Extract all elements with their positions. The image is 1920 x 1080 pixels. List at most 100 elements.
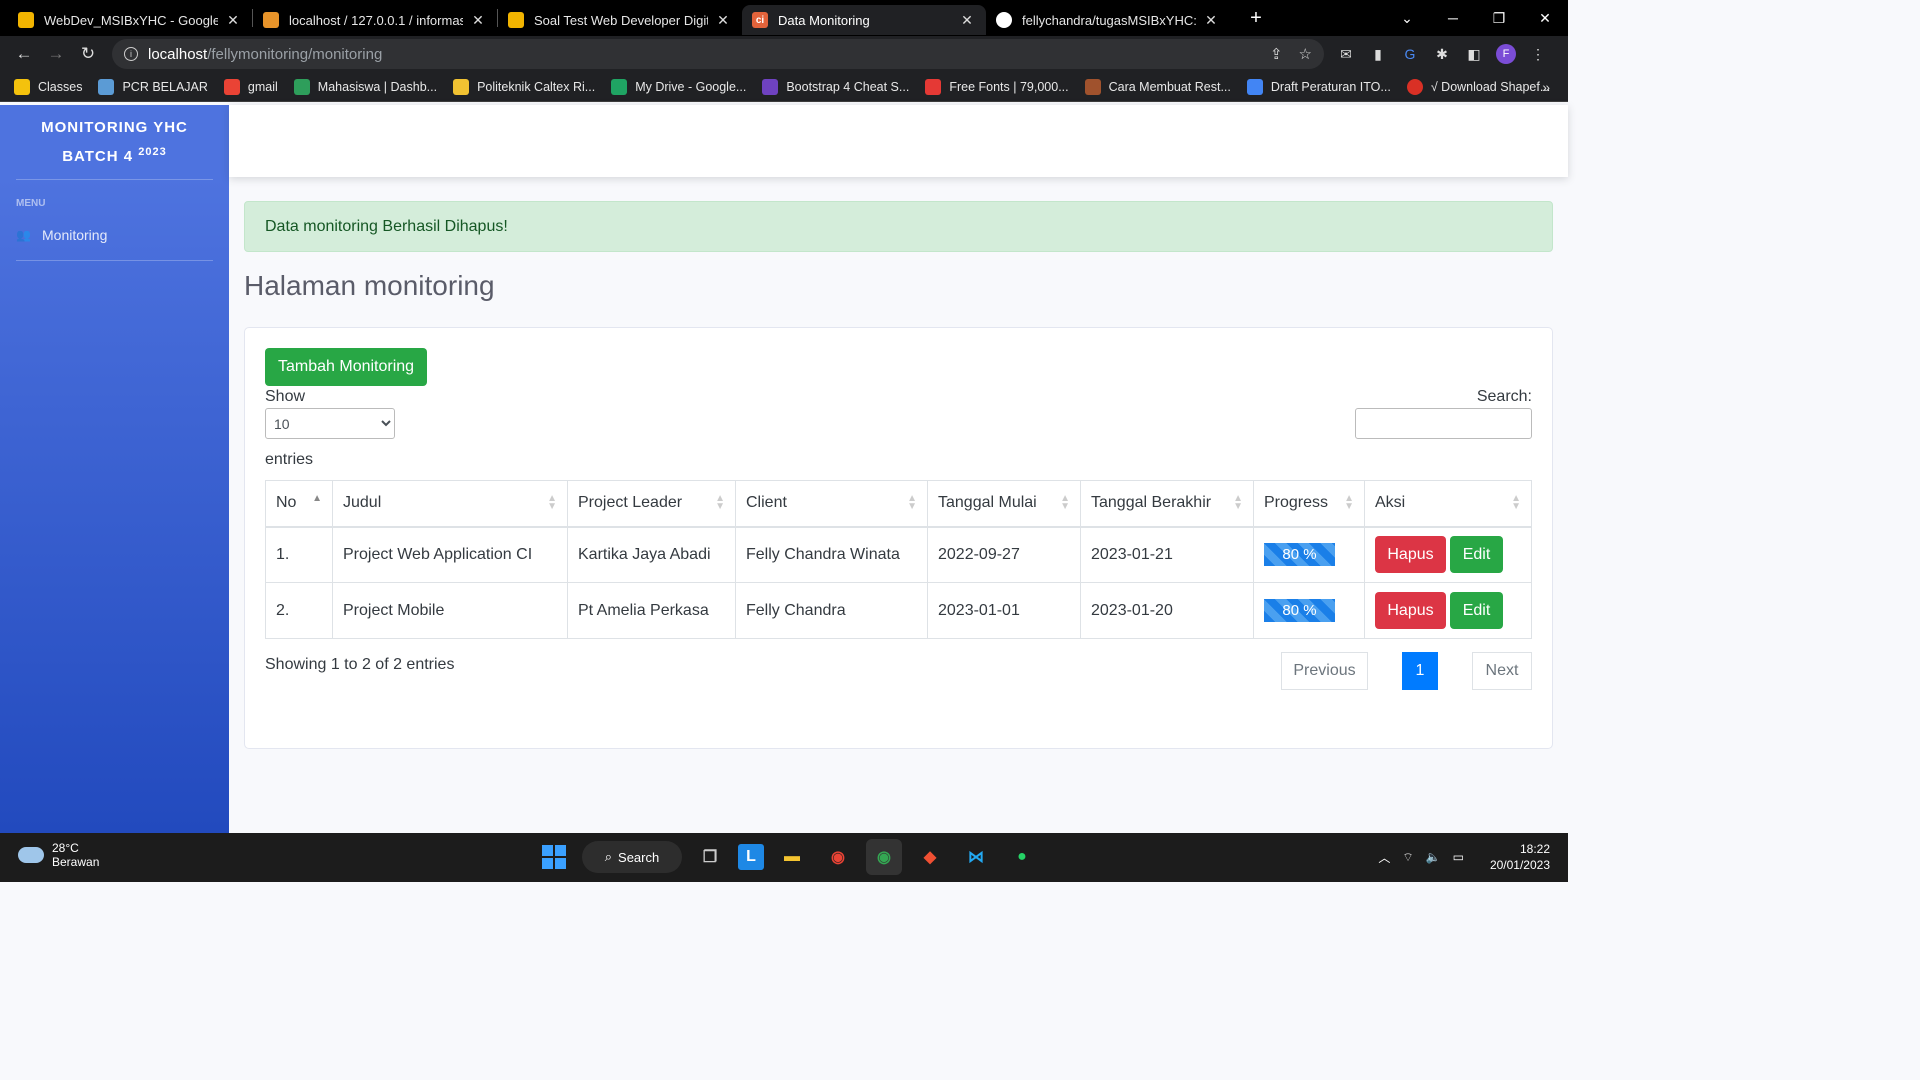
- col-header-judul[interactable]: Judul ▲ ▼: [332, 480, 568, 528]
- table-row: 2. Project Mobile Pt Amelia Perkasa Fell…: [265, 582, 1532, 639]
- cell-aksi: Hapus Edit: [1364, 582, 1532, 639]
- bookmark-item[interactable]: Politeknik Caltex Ri...: [453, 78, 595, 95]
- bookmark-star-icon[interactable]: ☆: [1299, 45, 1312, 63]
- minimize-icon[interactable]: ─: [1430, 10, 1476, 26]
- search-input[interactable]: [1355, 408, 1532, 439]
- whatsapp-icon[interactable]: ●: [1004, 839, 1040, 875]
- back-icon[interactable]: ←: [8, 38, 40, 70]
- edit-button[interactable]: Edit: [1450, 536, 1503, 574]
- close-tab-icon[interactable]: ✕: [958, 12, 976, 29]
- volume-icon[interactable]: 🔈: [1426, 850, 1441, 864]
- taskbar-search[interactable]: ⌕ Search: [582, 841, 682, 873]
- tab-search-icon[interactable]: ⌄: [1384, 10, 1430, 27]
- bookmark-item[interactable]: Mahasiswa | Dashb...: [293, 78, 437, 95]
- new-tab-button[interactable]: +: [1244, 7, 1268, 30]
- reader-extension-icon[interactable]: ▮: [1368, 46, 1388, 63]
- next-page-button[interactable]: Next: [1472, 652, 1532, 690]
- delete-button[interactable]: Hapus: [1375, 536, 1446, 574]
- sort-asc-icon: ▲: [312, 493, 322, 504]
- window-controls: ⌄ ─ ❐ ✕: [1384, 0, 1568, 36]
- bookmark-item[interactable]: √ Download Shapef...: [1406, 78, 1550, 95]
- site-info-icon[interactable]: i: [124, 47, 138, 61]
- col-label: Client: [746, 494, 787, 512]
- bookmark-item[interactable]: gmail: [223, 78, 278, 95]
- reload-icon[interactable]: ↻: [72, 38, 104, 70]
- entries-label: entries: [265, 451, 314, 468]
- page-1-button[interactable]: 1: [1402, 652, 1438, 690]
- progress-bar: 80 %: [1264, 599, 1335, 622]
- bookmark-item[interactable]: PCR BELAJAR: [98, 78, 208, 95]
- close-tab-icon[interactable]: ✕: [469, 12, 487, 29]
- menu-kebab-icon[interactable]: ⋮: [1528, 46, 1548, 63]
- git-icon[interactable]: ◆: [912, 839, 948, 875]
- bookmark-item[interactable]: Cara Membuat Rest...: [1084, 78, 1231, 95]
- close-tab-icon[interactable]: ✕: [224, 12, 242, 29]
- browser-tab-active[interactable]: ci Data Monitoring ✕: [742, 5, 986, 35]
- add-monitoring-button[interactable]: Tambah Monitoring: [265, 348, 428, 386]
- col-header-mulai[interactable]: Tanggal Mulai ▲ ▼: [927, 480, 1081, 528]
- clock-time: 18:22: [1519, 842, 1550, 856]
- search-control: Search:: [1355, 388, 1532, 469]
- bookmark-icon: [293, 78, 310, 95]
- success-alert: Data monitoring Berhasil Dihapus!: [244, 201, 1553, 252]
- col-header-no[interactable]: No ▲: [265, 480, 333, 528]
- chrome-icon[interactable]: ◉: [820, 839, 856, 875]
- profile-avatar[interactable]: F: [1496, 44, 1516, 64]
- mail-extension-icon[interactable]: ✉: [1336, 46, 1356, 63]
- file-explorer-icon[interactable]: ▬: [774, 839, 810, 875]
- translate-extension-icon[interactable]: G: [1400, 46, 1420, 62]
- bookmark-item[interactable]: Draft Peraturan ITO...: [1246, 78, 1391, 95]
- sidebar-item-monitoring[interactable]: 👥 Monitoring: [0, 217, 229, 260]
- col-header-client[interactable]: Client ▲ ▼: [735, 480, 928, 528]
- col-header-leader[interactable]: Project Leader ▲ ▼: [567, 480, 736, 528]
- more-bookmarks-icon[interactable]: »: [1542, 79, 1550, 95]
- puzzle-icon[interactable]: ✱: [1432, 46, 1452, 63]
- chevron-up-icon[interactable]: ︿: [1378, 849, 1390, 866]
- gmail-icon: [223, 78, 240, 95]
- app-l-icon[interactable]: L: [738, 844, 764, 870]
- sidebar-brand[interactable]: MONITORING YHC BATCH 4 2023: [0, 105, 229, 179]
- cell-mulai: 2022-09-27: [927, 526, 1081, 583]
- delete-button[interactable]: Hapus: [1375, 592, 1446, 629]
- close-window-icon[interactable]: ✕: [1522, 10, 1568, 27]
- side-panel-icon[interactable]: ◧: [1464, 46, 1484, 63]
- previous-page-button[interactable]: Previous: [1281, 652, 1368, 690]
- browser-tab[interactable]: WebDev_MSIBxYHC - Google Dri ✕: [8, 5, 252, 35]
- bookmark-item[interactable]: Classes: [14, 78, 82, 95]
- chrome-profile-icon[interactable]: ◉: [866, 839, 902, 875]
- edit-button[interactable]: Edit: [1450, 592, 1503, 629]
- forward-icon[interactable]: →: [40, 38, 72, 70]
- col-label: Tanggal Berakhir: [1091, 494, 1212, 512]
- task-view-icon[interactable]: ❐: [692, 839, 728, 875]
- col-label: Project Leader: [578, 494, 683, 512]
- col-header-berakhir[interactable]: Tanggal Berakhir ▲ ▼: [1080, 480, 1254, 528]
- bookmark-label: PCR BELAJAR: [122, 79, 208, 94]
- battery-icon[interactable]: ▭: [1453, 850, 1464, 864]
- weather-widget[interactable]: 28°C Berawan: [18, 841, 99, 869]
- entries-select[interactable]: 10: [265, 408, 395, 439]
- browser-tab[interactable]: localhost / 127.0.0.1 / informasim ✕: [253, 5, 497, 35]
- col-header-progress[interactable]: Progress ▲ ▼: [1253, 480, 1365, 528]
- show-label: Show: [265, 388, 306, 405]
- vscode-icon[interactable]: ⋈: [958, 839, 994, 875]
- cell-judul: Project Mobile: [332, 582, 568, 639]
- bookmark-item[interactable]: Free Fonts | 79,000...: [925, 78, 1069, 95]
- windows-start-icon[interactable]: [536, 839, 572, 875]
- close-tab-icon[interactable]: ✕: [714, 12, 732, 29]
- clock[interactable]: 18:22 20/01/2023: [1490, 841, 1550, 873]
- close-tab-icon[interactable]: ✕: [1202, 12, 1220, 29]
- bookmark-item[interactable]: Bootstrap 4 Cheat S...: [762, 78, 909, 95]
- address-bar[interactable]: i localhost/fellymonitoring/monitoring ⇪…: [112, 39, 1324, 69]
- sort-icon: ▲ ▼: [1233, 493, 1243, 512]
- col-label: No: [276, 494, 297, 512]
- browser-tab[interactable]: Soal Test Web Developer Digitali ✕: [498, 5, 742, 35]
- bookmark-item[interactable]: My Drive - Google...: [611, 78, 746, 95]
- share-icon[interactable]: ⇪: [1270, 45, 1283, 63]
- bookmark-icon: [762, 78, 779, 95]
- restore-icon[interactable]: ❐: [1476, 10, 1522, 27]
- cell-berakhir: 2023-01-21: [1080, 526, 1254, 583]
- col-header-aksi[interactable]: Aksi ▲ ▼: [1364, 480, 1532, 528]
- browser-tab[interactable]: fellychandra/tugasMSIBxYHC: Ini ✕: [986, 5, 1230, 35]
- wifi-icon[interactable]: ⌔: [1402, 850, 1413, 865]
- weather-temp: 28°C: [52, 841, 79, 855]
